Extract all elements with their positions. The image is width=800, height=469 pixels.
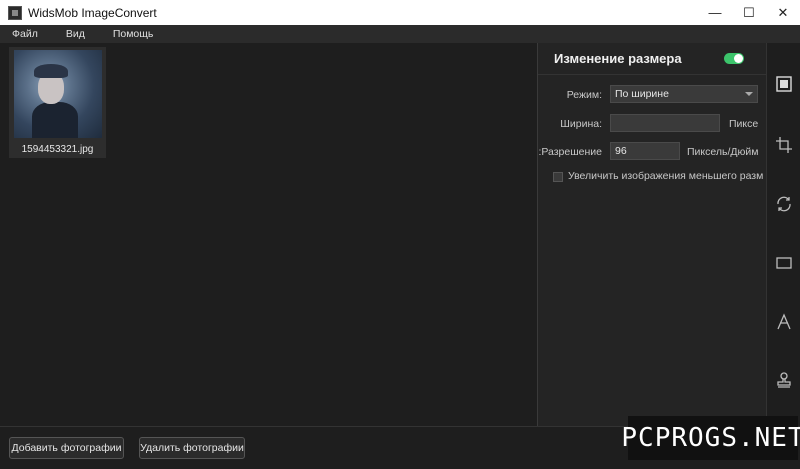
- photo-gallery: 1594453321.jpg: [0, 43, 537, 426]
- site-watermark: PCPROGS.NET: [621, 416, 800, 460]
- photo-preview: [14, 50, 102, 138]
- crop-tool[interactable]: [773, 134, 795, 156]
- resolution-label: Разрешение:: [538, 146, 602, 158]
- photo-thumbnail[interactable]: 1594453321.jpg: [9, 47, 106, 158]
- resolution-input[interactable]: 96: [610, 142, 680, 160]
- frame-icon: [776, 257, 792, 269]
- menu-file[interactable]: Файл: [8, 28, 42, 40]
- resize-tool[interactable]: [773, 73, 795, 95]
- enlarge-label: Увеличить изображения меньшего разм: [568, 170, 764, 182]
- rotate-tool[interactable]: [773, 193, 795, 215]
- remove-photos-button[interactable]: Удалить фотографии: [139, 437, 245, 459]
- add-photos-button[interactable]: Добавить фотографии: [9, 437, 124, 459]
- text-watermark-icon: [777, 313, 791, 330]
- crop-icon: [776, 137, 792, 153]
- stamp-tool[interactable]: [773, 369, 795, 391]
- title-bar: WidsMob ImageConvert — ☐ ✕: [0, 0, 800, 25]
- text-watermark-tool[interactable]: [773, 311, 795, 333]
- maximize-button[interactable]: ☐: [732, 0, 766, 25]
- stamp-icon: [777, 372, 791, 388]
- menu-help[interactable]: Помощь: [109, 28, 158, 40]
- minimize-button[interactable]: —: [698, 0, 732, 25]
- mode-label: Режим:: [566, 89, 602, 101]
- panel-title: Изменение размера: [554, 51, 682, 66]
- photo-filename: 1594453321.jpg: [21, 144, 94, 155]
- tool-strip: [766, 43, 800, 426]
- rotate-icon: [777, 196, 791, 212]
- resize-enable-toggle[interactable]: [724, 53, 744, 64]
- resize-icon: [776, 76, 792, 92]
- frame-tool[interactable]: [773, 252, 795, 274]
- menu-bar: Файл Вид Помощь: [0, 25, 800, 43]
- app-icon: [8, 5, 22, 20]
- width-unit: Пиксе: [729, 118, 759, 130]
- resolution-unit: Пиксель/Дюйм: [687, 146, 759, 158]
- window-title: WidsMob ImageConvert: [28, 5, 157, 20]
- width-label: Ширина:: [560, 118, 602, 130]
- mode-select[interactable]: По ширине: [610, 85, 758, 103]
- width-input[interactable]: [610, 114, 720, 132]
- close-button[interactable]: ✕: [766, 0, 800, 25]
- panel-separator: [538, 74, 766, 75]
- resize-settings-panel: Изменение размера Режим: По ширине Ширин…: [538, 43, 766, 426]
- enlarge-checkbox[interactable]: [553, 172, 563, 182]
- chevron-down-icon: [745, 92, 753, 96]
- menu-view[interactable]: Вид: [62, 28, 89, 40]
- mode-select-value: По ширине: [615, 88, 669, 100]
